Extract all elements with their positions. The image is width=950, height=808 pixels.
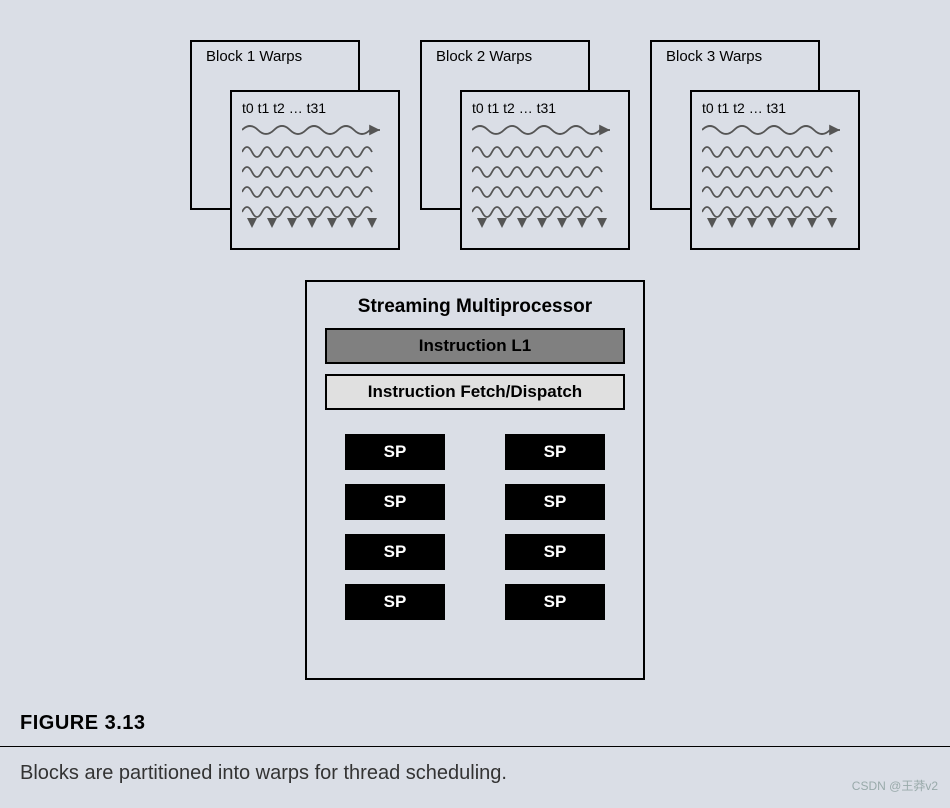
instruction-l1: Instruction L1 — [325, 328, 625, 364]
thread-labels: t0 t1 t2 … t31 — [242, 100, 388, 116]
streaming-multiprocessor: Streaming Multiprocessor Instruction L1 … — [305, 280, 645, 680]
block-warp-2: Block 2 Warps t0 t1 t2 … t31 — [420, 40, 620, 240]
block-label: Block 1 Warps — [206, 48, 302, 65]
instruction-fetch-dispatch: Instruction Fetch/Dispatch — [325, 374, 625, 410]
thread-labels: t0 t1 t2 … t31 — [702, 100, 848, 116]
sp-unit: SP — [505, 584, 605, 620]
sp-unit: SP — [345, 534, 445, 570]
block-warp-3: Block 3 Warps t0 t1 t2 … t31 — [650, 40, 850, 240]
sp-unit: SP — [505, 434, 605, 470]
block-warp-1: Block 1 Warps t0 t1 t2 … t31 — [190, 40, 390, 240]
block-front-box: t0 t1 t2 … t31 — [460, 90, 630, 250]
sp-unit: SP — [505, 534, 605, 570]
block-front-box: t0 t1 t2 … t31 — [230, 90, 400, 250]
warp-threads-icon — [242, 122, 382, 232]
sp-unit: SP — [505, 484, 605, 520]
block-label: Block 2 Warps — [436, 48, 532, 65]
sp-unit: SP — [345, 584, 445, 620]
sp-grid: SP SP SP SP SP SP SP SP — [325, 434, 625, 620]
figure-caption: Blocks are partitioned into warps for th… — [20, 762, 507, 785]
blocks-row: Block 1 Warps t0 t1 t2 … t31 — [190, 40, 850, 240]
block-front-box: t0 t1 t2 … t31 — [690, 90, 860, 250]
sm-title: Streaming Multiprocessor — [325, 296, 625, 318]
watermark: CSDN @王莽v2 — [852, 777, 938, 794]
sp-unit: SP — [345, 484, 445, 520]
block-label: Block 3 Warps — [666, 48, 762, 65]
warp-threads-icon — [702, 122, 842, 232]
thread-labels: t0 t1 t2 … t31 — [472, 100, 618, 116]
figure-number: FIGURE 3.13 — [20, 712, 146, 735]
divider — [0, 746, 950, 747]
warp-threads-icon — [472, 122, 612, 232]
sp-unit: SP — [345, 434, 445, 470]
